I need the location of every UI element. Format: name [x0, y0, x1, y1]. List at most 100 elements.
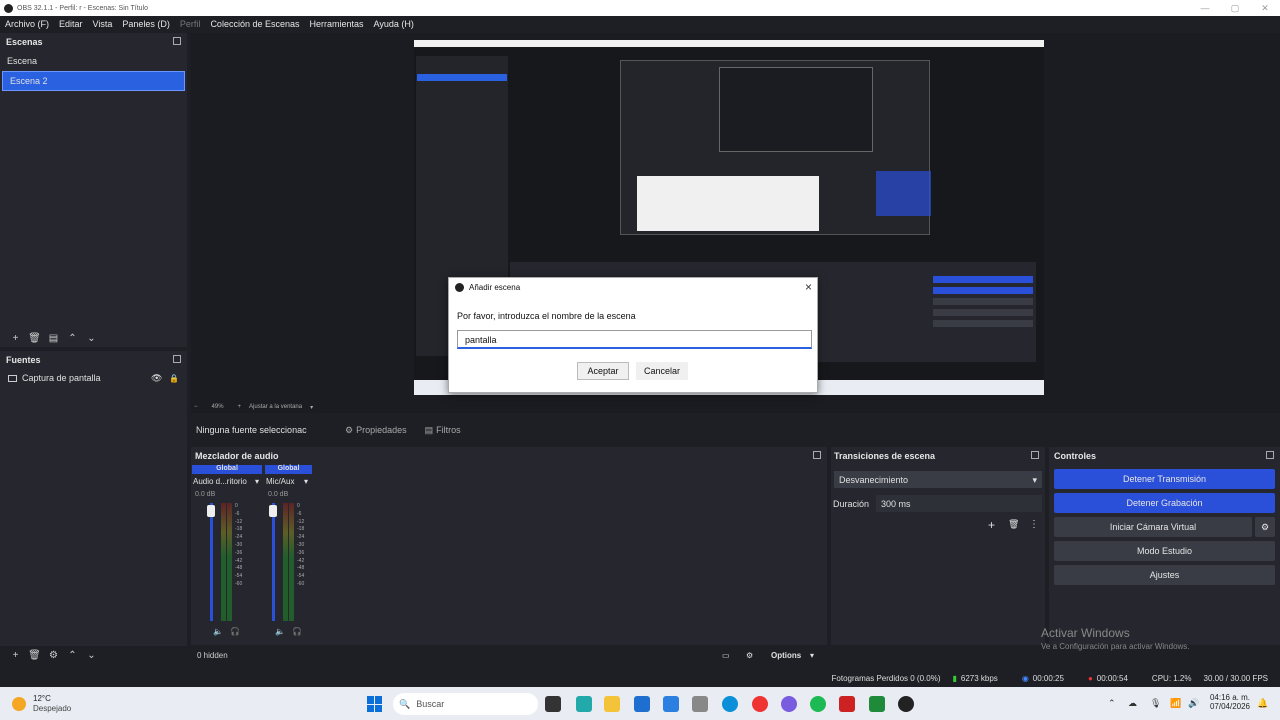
speaker-icon[interactable]: 🔈: [275, 627, 285, 636]
tray-chevron-icon[interactable]: ⌃: [1108, 698, 1116, 709]
popout-icon[interactable]: [173, 355, 181, 363]
filters-button[interactable]: ▤ Filtros: [425, 425, 461, 436]
close-icon[interactable]: ×: [805, 280, 812, 294]
chevron-down-icon[interactable]: ▾: [255, 477, 259, 486]
microphone-icon[interactable]: 🎙: [1150, 698, 1161, 709]
store-icon[interactable]: [634, 696, 650, 712]
gear-icon[interactable]: ⚙: [44, 650, 63, 661]
layout-icon[interactable]: ▭: [722, 651, 730, 660]
speaker-icon[interactable]: 🔈: [213, 627, 223, 636]
duration-input[interactable]: 300 ms: [876, 495, 1042, 512]
popout-icon[interactable]: [173, 37, 181, 45]
menu-herramientas[interactable]: Herramientas: [310, 19, 364, 29]
zoom-out-icon[interactable]: −: [194, 404, 198, 410]
transition-select[interactable]: Desvanecimiento ▾: [834, 471, 1042, 488]
level-meter: [227, 503, 232, 621]
search-icon: 🔍: [399, 698, 411, 709]
add-icon[interactable]: +: [988, 518, 995, 532]
selected-source-label: Ninguna fuente seleccionac: [196, 425, 307, 435]
scene-name-input[interactable]: pantalla: [457, 330, 812, 349]
task-view-icon[interactable]: [545, 696, 561, 712]
record-icon: ●: [1087, 674, 1093, 683]
headphones-icon[interactable]: 🎧: [230, 627, 240, 636]
maximize-icon[interactable]: ▢: [1220, 0, 1250, 16]
menu-coleccion[interactable]: Colección de Escenas: [210, 19, 299, 29]
popout-icon[interactable]: [1031, 451, 1039, 459]
gear-icon[interactable]: ⚙: [746, 651, 753, 660]
excel-icon[interactable]: [869, 696, 885, 712]
pdf-icon[interactable]: [839, 696, 855, 712]
stop-recording-button[interactable]: Detener Grabación: [1054, 493, 1275, 513]
windows-start-icon[interactable]: [367, 696, 383, 712]
wifi-icon[interactable]: 📶: [1170, 698, 1181, 709]
popout-icon[interactable]: [1266, 451, 1274, 459]
notification-icon[interactable]: 🔔: [1257, 698, 1268, 709]
menu-vista[interactable]: Vista: [93, 19, 113, 29]
menu-ayuda[interactable]: Ayuda (H): [374, 19, 414, 29]
app-icon[interactable]: [663, 696, 679, 712]
file-explorer-icon[interactable]: [604, 696, 620, 712]
weather: Despejado: [33, 704, 72, 713]
spotify-icon[interactable]: [810, 696, 826, 712]
studio-mode-button[interactable]: Modo Estudio: [1054, 541, 1275, 561]
sources-toolbar: + 🗑 ⚙ ⌃ ⌄: [0, 647, 187, 663]
popout-icon[interactable]: [813, 451, 821, 459]
widgets-icon[interactable]: [576, 696, 592, 712]
transitions-title: Transiciones de escena: [831, 447, 1045, 465]
edge-icon[interactable]: [722, 696, 738, 712]
chrome-icon[interactable]: [752, 696, 768, 712]
cpu-usage: CPU: 1.2%: [1151, 674, 1192, 683]
arrow-up-icon[interactable]: ⌃: [63, 333, 82, 344]
lock-icon[interactable]: 🔒: [169, 374, 179, 383]
trash-icon[interactable]: 🗑: [25, 333, 44, 344]
fit-dropdown[interactable]: Ajustar a la ventana: [249, 404, 302, 410]
more-icon[interactable]: ⋮: [1029, 519, 1039, 530]
options-button[interactable]: Options: [771, 651, 801, 660]
nested-controls: [876, 171, 931, 216]
volume-slider-handle[interactable]: [207, 505, 215, 517]
arrow-up-icon[interactable]: ⌃: [63, 650, 82, 661]
trash-icon[interactable]: 🗑: [1008, 519, 1019, 530]
taskbar-search[interactable]: 🔍 Buscar: [393, 693, 538, 715]
trash-icon[interactable]: 🗑: [25, 650, 44, 661]
stop-streaming-button[interactable]: Detener Transmisión: [1054, 469, 1275, 489]
volume-slider-track[interactable]: [272, 503, 275, 621]
properties-button[interactable]: ⚙ Propiedades: [345, 425, 407, 436]
messenger-icon[interactable]: [781, 696, 797, 712]
settings-app-icon[interactable]: [692, 696, 708, 712]
volume-icon[interactable]: 🔊: [1188, 698, 1199, 709]
accept-button[interactable]: Aceptar: [577, 362, 629, 380]
close-icon[interactable]: ✕: [1250, 0, 1280, 16]
start-virtual-camera-button[interactable]: Iniciar Cámara Virtual: [1054, 517, 1252, 537]
zoom-in-icon[interactable]: +: [238, 404, 242, 410]
obs-taskbar-icon[interactable]: [898, 696, 914, 712]
volume-slider-track[interactable]: [210, 503, 213, 621]
filter-icon[interactable]: ▤: [44, 333, 63, 344]
arrow-down-icon[interactable]: ⌄: [82, 333, 101, 344]
settings-button[interactable]: Ajustes: [1054, 565, 1275, 585]
eye-icon[interactable]: 👁: [151, 373, 162, 384]
arrow-down-icon[interactable]: ⌄: [82, 650, 101, 661]
network-icon[interactable]: ☁: [1128, 698, 1137, 709]
add-icon[interactable]: +: [6, 650, 25, 661]
menu-perfil[interactable]: Perfil: [180, 19, 201, 29]
menu-paneles[interactable]: Paneles (D): [122, 19, 170, 29]
minimize-icon[interactable]: —: [1190, 0, 1220, 16]
cancel-button[interactable]: Cancelar: [636, 362, 688, 380]
add-icon[interactable]: +: [6, 333, 25, 344]
menu-archivo[interactable]: Archivo (F): [5, 19, 49, 29]
scene-item[interactable]: Escena: [0, 51, 187, 71]
scene-item-selected[interactable]: Escena 2: [2, 71, 185, 91]
volume-slider-handle[interactable]: [269, 505, 277, 517]
menu-editar[interactable]: Editar: [59, 19, 83, 29]
gear-icon[interactable]: ⚙: [1255, 517, 1275, 537]
headphones-icon[interactable]: 🎧: [292, 627, 302, 636]
chevron-down-icon[interactable]: ▾: [310, 404, 313, 411]
duration-label: Duración: [833, 499, 870, 509]
temperature: 12°C: [33, 694, 51, 703]
chevron-down-icon[interactable]: ▾: [304, 477, 308, 486]
clock[interactable]: 04:16 a. m. 07/04/2026: [1208, 693, 1250, 711]
channel-name: Mic/Aux: [266, 477, 295, 486]
source-item[interactable]: Captura de pantalla 👁 🔒: [0, 369, 187, 387]
controls-dock: Controles Detener Transmisión Detener Gr…: [1049, 447, 1280, 645]
